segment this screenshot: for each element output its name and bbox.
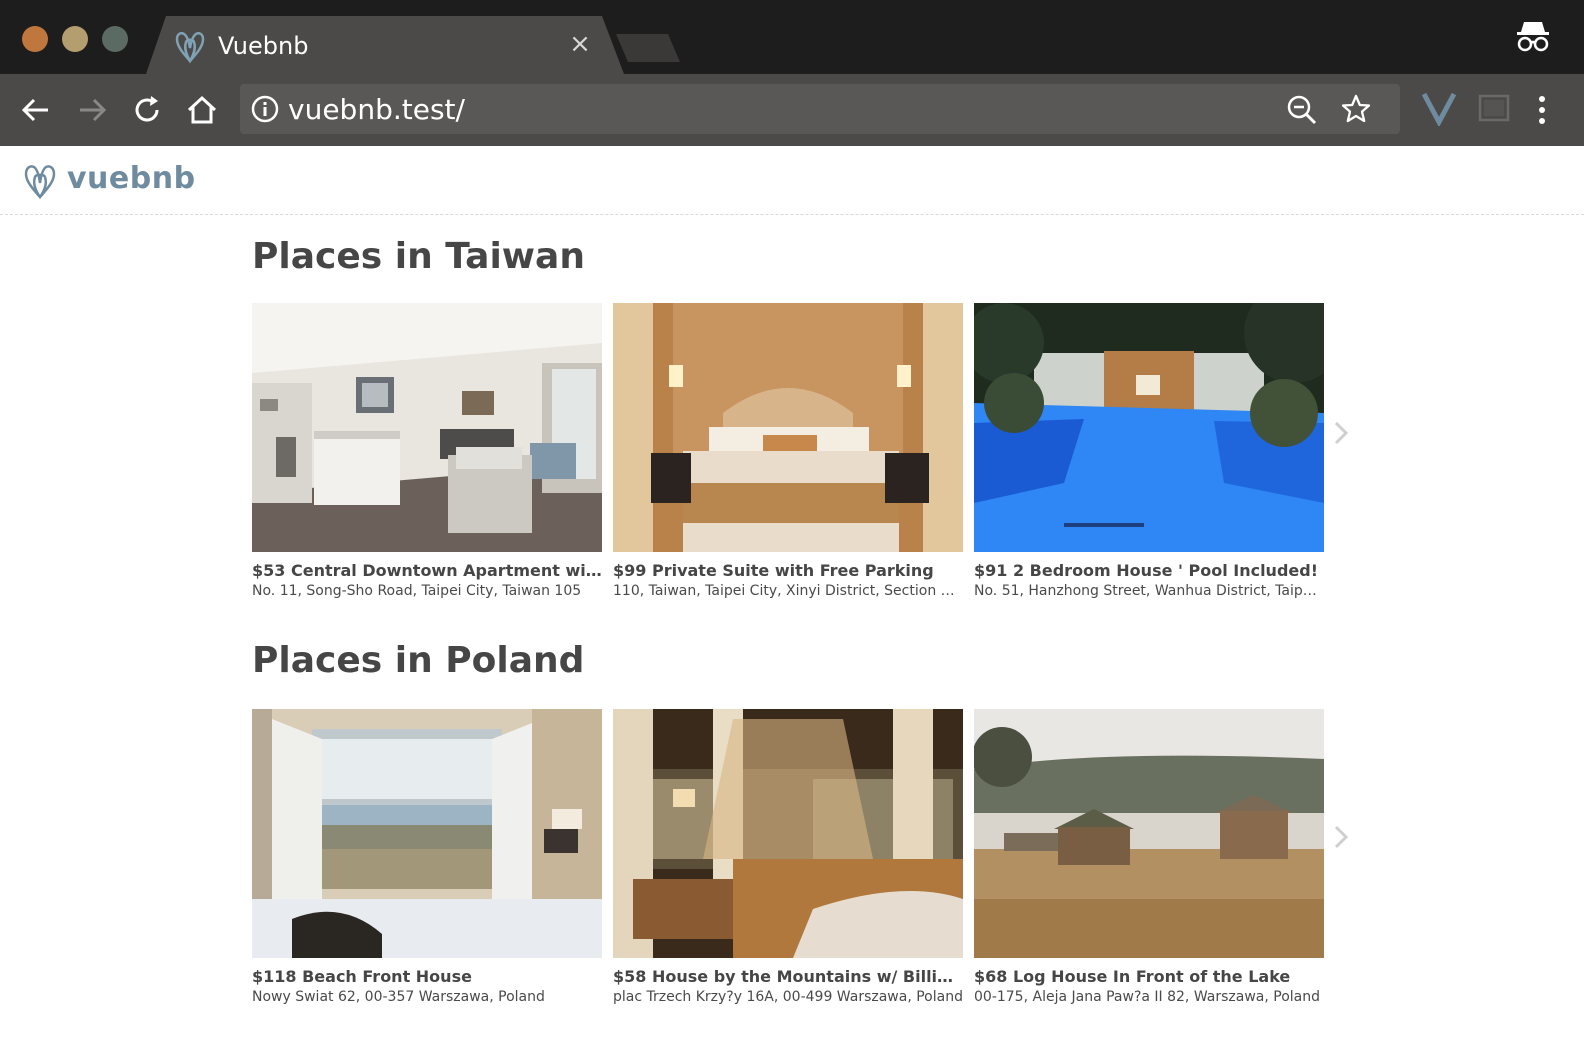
browser-toolbar: vuebnb.test/: [0, 74, 1584, 146]
logo-text[interactable]: vuebnb: [67, 161, 196, 196]
browser-menu-icon[interactable]: [1534, 92, 1550, 128]
listing-image-log-house-lake[interactable]: [974, 709, 1324, 958]
listing-section-poland: Places in Poland $118 Beach Front House …: [252, 640, 1402, 1020]
scroll-right-chevron-icon[interactable]: [1330, 418, 1354, 448]
tab-title: Vuebnb: [218, 32, 309, 60]
listing-card[interactable]: $91 2 Bedroom House ' Pool Included! No.…: [974, 303, 1324, 599]
bookmark-star-icon[interactable]: [1340, 93, 1372, 125]
new-tab-button[interactable]: [616, 34, 680, 62]
site-info-icon[interactable]: [250, 94, 280, 124]
listing-address: Nowy Swiat 62, 00-357 Warszawa, Poland: [252, 989, 545, 1005]
listing-card[interactable]: $58 House by the Mountains w/ Billiards!…: [613, 709, 963, 1005]
incognito-icon: [1517, 22, 1549, 52]
listing-title[interactable]: $99 Private Suite with Free Parking: [613, 561, 963, 580]
listing-card[interactable]: $99 Private Suite with Free Parking 110,…: [613, 303, 963, 599]
listing-title[interactable]: $68 Log House In Front of the Lake: [974, 967, 1324, 986]
listing-image-apartment-living-room[interactable]: [252, 303, 602, 552]
listing-image-beach-front-bedroom[interactable]: [252, 709, 602, 958]
listing-title[interactable]: $58 House by the Mountains w/ Billiards!: [613, 967, 963, 986]
listing-card[interactable]: $53 Central Downtown Apartment with Amaz…: [252, 303, 602, 599]
listing-title[interactable]: $118 Beach Front House: [252, 967, 602, 986]
section-title: Places in Taiwan: [252, 236, 585, 277]
listing-address: No. 51, Hanzhong Street, Wanhua District…: [974, 583, 1324, 599]
listing-card[interactable]: $68 Log House In Front of the Lake 00-17…: [974, 709, 1324, 1005]
scroll-right-chevron-icon[interactable]: [1330, 822, 1354, 852]
vue-devtools-icon[interactable]: [1422, 90, 1456, 126]
listing-title[interactable]: $91 2 Bedroom House ' Pool Included!: [974, 561, 1324, 580]
listing-title[interactable]: $53 Central Downtown Apartment with Amaz…: [252, 561, 602, 580]
url-text[interactable]: vuebnb.test/: [288, 93, 465, 126]
listing-address: 00-175, Aleja Jana Paw?a II 82, Warszawa…: [974, 989, 1320, 1005]
listing-address: 110, Taiwan, Taipei City, Xinyi District…: [613, 583, 963, 599]
address-bar[interactable]: vuebnb.test/: [240, 84, 1400, 134]
back-arrow-icon[interactable]: [18, 92, 54, 128]
listing-address: No. 11, Song-Sho Road, Taipei City, Taiw…: [252, 583, 582, 599]
tab-close-icon[interactable]: ×: [564, 28, 596, 60]
vuebnb-favicon-icon: [175, 31, 205, 64]
window-close-button[interactable]: [22, 26, 48, 52]
listing-image-pool[interactable]: [974, 303, 1324, 552]
section-title: Places in Poland: [252, 640, 585, 681]
vuebnb-logo-icon[interactable]: [22, 162, 58, 200]
browser-titlebar: Vuebnb ×: [0, 0, 1584, 74]
reload-icon[interactable]: [129, 92, 165, 128]
listing-card[interactable]: $118 Beach Front House Nowy Swiat 62, 00…: [252, 709, 602, 1005]
cast-icon[interactable]: [1478, 94, 1510, 122]
listing-section-taiwan: Places in Taiwan $53 Central Downtown Ap…: [252, 236, 1402, 616]
window-maximize-button[interactable]: [102, 26, 128, 52]
home-icon[interactable]: [184, 92, 220, 128]
listing-image-mountain-bedroom[interactable]: [613, 709, 963, 958]
forward-arrow-icon[interactable]: [74, 92, 110, 128]
app-header: vuebnb: [0, 146, 1584, 215]
listing-image-bedroom-suite[interactable]: [613, 303, 963, 552]
listing-address: plac Trzech Krzy?y 16A, 00-499 Warszawa,…: [613, 989, 963, 1005]
zoom-out-icon[interactable]: [1286, 94, 1318, 126]
browser-tab-active[interactable]: Vuebnb ×: [146, 16, 624, 74]
window-minimize-button[interactable]: [62, 26, 88, 52]
